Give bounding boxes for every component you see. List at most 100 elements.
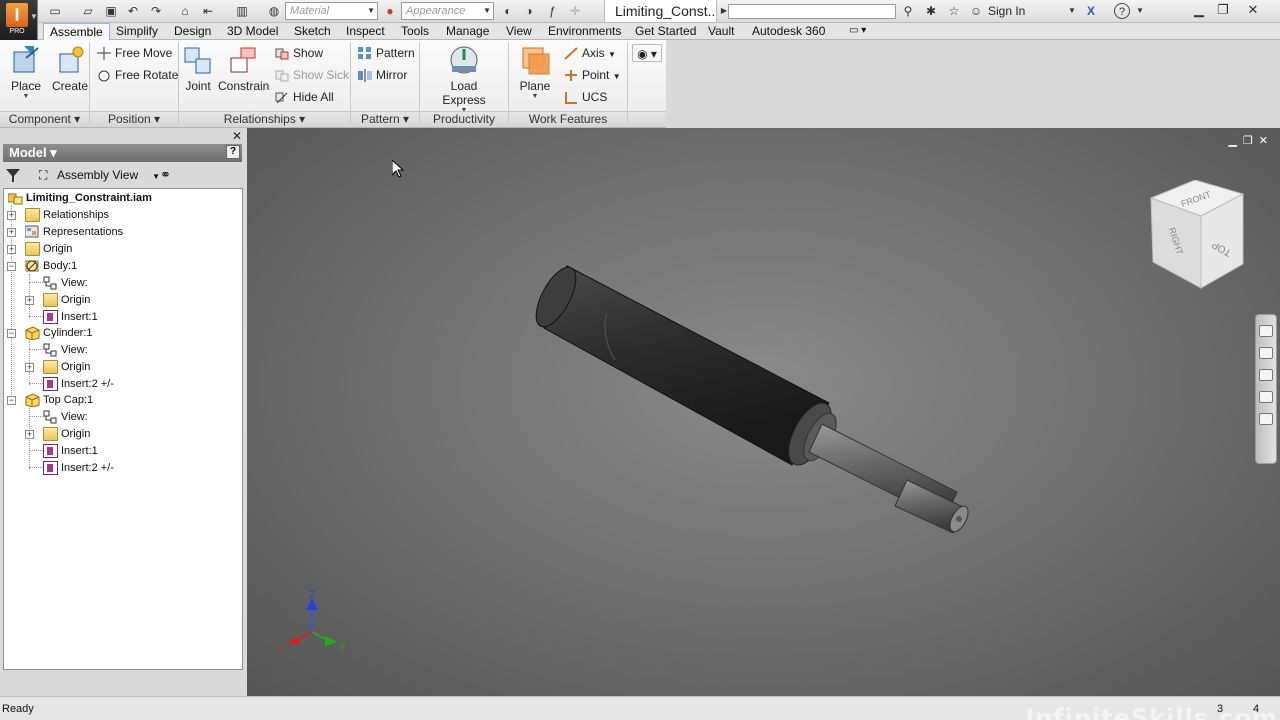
expand-icon[interactable]: +	[25, 296, 34, 305]
place-button[interactable]: Place ▼	[6, 44, 46, 101]
hide-all-button[interactable]: Hide All	[275, 88, 334, 106]
home-icon[interactable]: ⌂	[177, 3, 193, 19]
new-icon[interactable]: ▭	[47, 3, 63, 19]
undo-icon[interactable]: ↶	[125, 3, 141, 19]
show-sick-icon	[275, 69, 289, 82]
create-button[interactable]: Create	[50, 44, 90, 93]
tab-view[interactable]: View	[506, 23, 532, 40]
part-icon	[25, 393, 40, 408]
look-at-icon[interactable]	[1259, 413, 1273, 425]
help-button[interactable]: ?	[1114, 3, 1130, 19]
open-icon[interactable]: ▱	[80, 3, 96, 19]
tab-design[interactable]: Design	[174, 23, 211, 40]
group-label-pattern[interactable]: Pattern ▾	[351, 111, 419, 127]
return-icon[interactable]: ⇤	[200, 3, 216, 19]
ucs-button[interactable]: UCS	[564, 88, 607, 106]
group-label-relationships[interactable]: Relationships ▾	[179, 111, 350, 127]
mirror-button[interactable]: Mirror	[358, 66, 407, 84]
tab-inspect[interactable]: Inspect	[346, 23, 385, 40]
collapse-icon[interactable]: −	[7, 262, 16, 271]
graphics-viewport[interactable]: ▁❐✕ FRONT RIGHT TOP Z Y X	[247, 128, 1280, 696]
steering-wheel-icon[interactable]	[1259, 325, 1273, 337]
save-icon[interactable]: ▣	[103, 3, 119, 19]
chevron-down-icon[interactable]: ▼	[1132, 3, 1148, 19]
free-move-button[interactable]: Free Move	[97, 44, 172, 62]
expand-icon[interactable]: +	[7, 211, 16, 220]
show-sick-button[interactable]: Show Sick	[275, 66, 349, 84]
filter-icon[interactable]	[5, 167, 21, 183]
communication-center-icon[interactable]: ✱	[923, 3, 939, 19]
tab-sketch[interactable]: Sketch	[294, 23, 331, 40]
point-button[interactable]: Point ▼	[564, 66, 621, 84]
chevron-down-icon[interactable]: ▼	[1064, 3, 1080, 19]
close-icon[interactable]: ✕	[232, 129, 242, 143]
tab-simplify[interactable]: Simplify	[116, 23, 158, 40]
tree-guide	[29, 416, 43, 417]
appearance-select[interactable]: Appearance ▼	[401, 2, 494, 20]
pan-icon[interactable]	[1259, 347, 1273, 359]
help-icon[interactable]: ?	[226, 145, 240, 159]
plane-button[interactable]: Plane ▼	[516, 44, 554, 101]
expand-icon[interactable]: +	[25, 363, 34, 372]
tab-assemble[interactable]: Assemble	[43, 23, 110, 41]
search-icon[interactable]: ⚲	[900, 3, 916, 19]
find-binoculars-icon[interactable]: ⚭	[160, 167, 176, 183]
title-bar: I PRO ▼ ▭ ▱ ▣ ↶ ↷ ⌂ ⇤ ▥ ◍ Material ▼ ● Ap…	[0, 0, 1280, 40]
expand-icon[interactable]: +	[7, 245, 16, 254]
zoom-icon[interactable]	[1259, 369, 1273, 381]
minimize-button[interactable]: ▁	[1186, 0, 1212, 20]
tree-guide	[29, 383, 43, 384]
tab-environments[interactable]: Environments	[548, 23, 621, 40]
measure-icon[interactable]: ✛	[567, 3, 583, 19]
adjust-icon[interactable]: ◑	[521, 3, 537, 19]
tab-manage[interactable]: Manage	[446, 23, 489, 40]
help-search-input[interactable]	[728, 4, 896, 19]
favorites-star-icon[interactable]: ☆	[946, 3, 962, 19]
fx-icon[interactable]: ƒ	[544, 3, 560, 19]
piston-rod[interactable]	[808, 423, 972, 535]
tab-tools[interactable]: Tools	[401, 23, 429, 40]
clear-appearance-icon[interactable]: ◐	[500, 3, 516, 19]
group-label-component[interactable]: Component ▾	[0, 111, 89, 127]
browser-toolbar: ⛶ Assembly View ▼ ⚭	[3, 164, 242, 186]
tab-get-started[interactable]: Get Started	[635, 23, 696, 40]
redo-icon[interactable]: ↷	[148, 3, 164, 19]
viewcube[interactable]: FRONT RIGHT TOP	[1145, 180, 1249, 290]
browser-top-strip: ✕	[0, 128, 247, 144]
collapse-icon[interactable]: −	[7, 329, 16, 338]
collapse-icon[interactable]: −	[7, 396, 16, 405]
group-label-position[interactable]: Position ▾	[90, 111, 178, 127]
tab-3d-model[interactable]: 3D Model	[227, 23, 278, 40]
orbit-icon[interactable]	[1259, 391, 1273, 403]
constrain-button[interactable]: Constrain	[218, 44, 269, 93]
model-tree: Limiting_Constraint.iam + Relationships …	[3, 188, 243, 670]
ribbon-display-toggle-icon[interactable]: ▭ ▾	[849, 23, 866, 40]
assembly-model[interactable]	[247, 128, 1280, 696]
cylinder-body[interactable]	[528, 261, 830, 466]
ribbon-options-button[interactable]: ◉ ▾	[632, 44, 662, 62]
sign-in-link[interactable]: Sign In	[988, 4, 1025, 18]
close-window-button[interactable]: ✕	[1240, 0, 1266, 20]
create-component-icon	[54, 44, 86, 76]
show-button[interactable]: Show	[275, 44, 323, 62]
material-select[interactable]: Material ▼	[285, 2, 378, 20]
update-icon[interactable]: ▥	[234, 3, 250, 19]
expand-icon[interactable]: +	[25, 430, 34, 439]
expand-icon[interactable]: +	[7, 228, 16, 237]
pattern-button[interactable]: Pattern	[358, 44, 415, 62]
load-express-button[interactable]: Load Express▼	[428, 44, 500, 115]
restore-button[interactable]: ❐	[1210, 0, 1236, 20]
application-menu-button[interactable]: I PRO ▼	[0, 0, 38, 40]
free-rotate-button[interactable]: Free Rotate	[97, 66, 178, 84]
exchange-icon[interactable]: X	[1083, 3, 1099, 19]
tab-vault[interactable]: Vault	[708, 23, 734, 40]
joint-button[interactable]: Joint	[182, 44, 214, 93]
browser-title[interactable]: Model ▾ ?	[3, 144, 242, 162]
assembly-view-select[interactable]: ⛶ Assembly View ▼	[37, 166, 160, 184]
inventor-logo-icon: I	[6, 3, 28, 27]
axis-button[interactable]: Axis ▼	[564, 44, 616, 62]
select-icon[interactable]: ◍	[266, 3, 282, 19]
navigation-bar[interactable]	[1255, 314, 1277, 464]
tab-autodesk-360[interactable]: Autodesk 360	[752, 23, 825, 40]
mirror-icon	[358, 69, 372, 82]
